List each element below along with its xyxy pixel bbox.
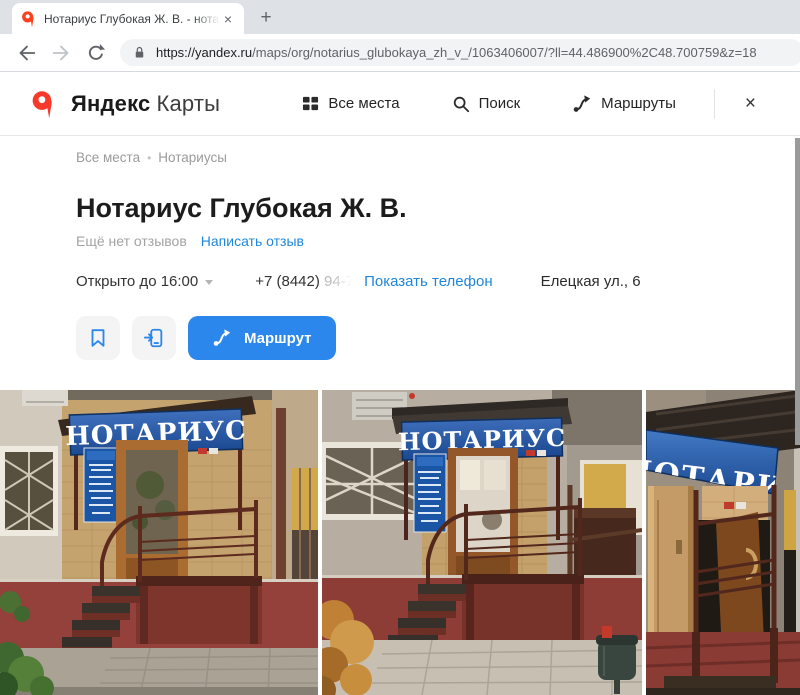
yandex-maps-logo[interactable]: ЯндексКарты	[30, 89, 220, 119]
phone-masked: 94-7	[324, 273, 354, 290]
phone-visible: +7 (8442)	[255, 273, 320, 290]
send-to-phone-icon	[143, 327, 165, 349]
header-divider	[714, 89, 715, 119]
url-domain: https://yandex.ru	[156, 45, 252, 60]
reload-icon[interactable]	[83, 41, 107, 65]
tab-close-icon[interactable]: ×	[220, 11, 236, 27]
show-phone-link[interactable]: Показать телефон	[364, 273, 493, 290]
photo-entrance-3[interactable]: НОТАРИУС	[646, 390, 800, 695]
open-hours[interactable]: Открыто до 16:00	[76, 273, 213, 290]
new-tab-button[interactable]: +	[252, 4, 280, 32]
share-to-phone-button[interactable]	[132, 316, 176, 360]
nav-all-places[interactable]: Все места	[302, 95, 399, 112]
route-button-label: Маршрут	[244, 330, 312, 347]
tab-title: Нотариус Глубокая Ж. В. - нотари	[44, 12, 220, 26]
actions-row: Маршрут	[76, 316, 800, 360]
back-icon[interactable]	[15, 41, 39, 65]
breadcrumb: Все места • Нотариусы	[76, 150, 800, 165]
nav-routes[interactable]: Маршруты	[572, 94, 676, 114]
nav-search[interactable]: Поиск	[452, 95, 521, 113]
bookmark-button[interactable]	[76, 316, 120, 360]
url-text: https://yandex.ru/maps/org/notarius_glub…	[156, 45, 757, 60]
nav-search-label: Поиск	[479, 95, 521, 112]
info-plaque	[414, 454, 446, 532]
route-icon	[572, 94, 592, 114]
yandex-maps-favicon-icon	[20, 10, 36, 28]
brand-maps: Карты	[156, 91, 220, 116]
photo-entrance-2[interactable]: НОТАРИУС	[322, 390, 642, 695]
browser-toolbar: https://yandex.ru/maps/org/notarius_glub…	[0, 34, 800, 72]
nav-all-places-label: Все места	[328, 95, 399, 112]
window-grille	[0, 446, 58, 536]
info-plaque	[84, 448, 118, 522]
reviews-row: Ещё нет отзывов Написать отзыв	[76, 233, 800, 249]
info-row: Открыто до 16:00 +7 (8442) 94-7 Показать…	[76, 273, 800, 290]
tab-strip: Нотариус Глубокая Ж. В. - нотари × +	[0, 0, 800, 34]
forward-icon[interactable]	[49, 41, 73, 65]
page-title: Нотариус Глубокая Ж. В.	[76, 191, 800, 225]
open-hours-label: Открыто до 16:00	[76, 273, 198, 290]
url-path: /maps/org/notarius_glubokaya_zh_v_/10634…	[252, 45, 757, 60]
breadcrumb-notaries[interactable]: Нотариусы	[158, 150, 227, 165]
photo-gallery: НОТАРИУС	[0, 390, 800, 695]
header-close-icon[interactable]: ×	[719, 87, 770, 121]
breadcrumb-separator: •	[147, 151, 151, 165]
reviews-status: Ещё нет отзывов	[76, 233, 187, 249]
brand-text: ЯндексКарты	[71, 91, 220, 117]
write-review-link[interactable]: Написать отзыв	[201, 233, 304, 249]
bookmark-icon	[87, 327, 109, 349]
browser-tab[interactable]: Нотариус Глубокая Ж. В. - нотари ×	[12, 3, 244, 34]
brand-yandex: Яндекс	[71, 91, 150, 116]
place-card: Все места • Нотариусы Нотариус Глубокая …	[0, 150, 800, 360]
nav-routes-label: Маршруты	[601, 95, 676, 112]
address: Елецкая ул., 6	[541, 273, 641, 290]
https-lock-icon	[132, 45, 147, 60]
browser-window: Нотариус Глубокая Ж. В. - нотари × + htt…	[0, 0, 800, 695]
scrollbar-thumb[interactable]	[795, 138, 800, 445]
phone-number: +7 (8442) 94-7	[255, 273, 354, 290]
breadcrumb-all-places[interactable]: Все места	[76, 150, 140, 165]
grid-icon	[302, 95, 319, 112]
chevron-down-icon	[205, 280, 213, 285]
url-bar[interactable]: https://yandex.ru/maps/org/notarius_glub…	[120, 39, 800, 66]
yandex-pin-icon	[30, 89, 55, 119]
yandex-maps-header: ЯндексКарты Все места Поиск	[0, 72, 800, 136]
header-nav: Все места Поиск Маршруты ×	[276, 87, 770, 121]
search-icon	[452, 95, 470, 113]
route-button-icon	[212, 328, 232, 348]
route-button[interactable]: Маршрут	[188, 316, 336, 360]
photo-entrance-1[interactable]: НОТАРИУС	[0, 390, 318, 695]
